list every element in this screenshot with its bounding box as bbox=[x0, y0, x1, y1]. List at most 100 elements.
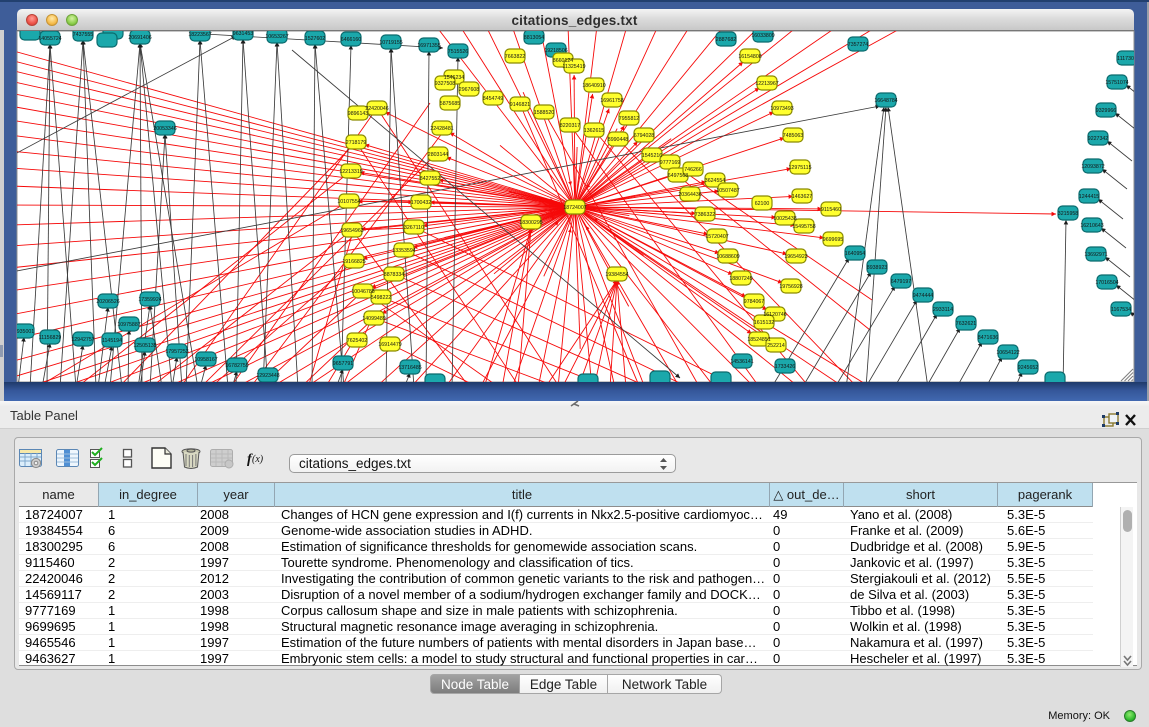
svg-text:16120746: 16120746 bbox=[763, 312, 786, 318]
svg-text:15495758: 15495758 bbox=[792, 224, 815, 230]
svg-text:22420046: 22420046 bbox=[365, 106, 388, 112]
svg-text:7357274: 7357274 bbox=[848, 42, 869, 48]
svg-text:1527602: 1527602 bbox=[305, 36, 326, 42]
svg-text:7632621: 7632621 bbox=[956, 321, 977, 327]
svg-text:10975887: 10975887 bbox=[117, 322, 140, 328]
svg-text:19384554: 19384554 bbox=[605, 272, 628, 278]
svg-text:16961758: 16961758 bbox=[600, 98, 623, 104]
svg-text:9227342: 9227342 bbox=[1088, 136, 1109, 142]
svg-text:16210643: 16210643 bbox=[1080, 223, 1103, 229]
svg-text:7515526: 7515526 bbox=[448, 49, 469, 55]
svg-text:3215958: 3215958 bbox=[1058, 211, 1079, 217]
svg-text:10507487: 10507487 bbox=[716, 188, 739, 194]
svg-text:8454749: 8454749 bbox=[483, 96, 504, 102]
svg-text:7386322: 7386322 bbox=[695, 212, 716, 218]
svg-text:16648784: 16648784 bbox=[874, 98, 897, 104]
svg-text:17359924: 17359924 bbox=[138, 297, 161, 303]
svg-text:1733426: 1733426 bbox=[775, 364, 796, 370]
svg-text:62100: 62100 bbox=[755, 201, 770, 207]
svg-text:7663822: 7663822 bbox=[505, 54, 526, 60]
svg-text:2887682: 2887682 bbox=[716, 37, 737, 43]
svg-text:6479197: 6479197 bbox=[891, 279, 912, 285]
svg-text:14055724: 14055724 bbox=[38, 36, 61, 42]
svg-text:9115460: 9115460 bbox=[821, 207, 841, 213]
svg-text:2803144: 2803144 bbox=[428, 152, 449, 158]
svg-text:22428481: 22428481 bbox=[430, 126, 453, 132]
svg-text:9657791: 9657791 bbox=[333, 361, 354, 367]
svg-text:7485063: 7485063 bbox=[783, 133, 804, 139]
svg-text:16154808: 16154808 bbox=[738, 54, 761, 60]
svg-text:20691406: 20691406 bbox=[128, 35, 151, 41]
svg-text:18640910: 18640910 bbox=[582, 83, 605, 89]
svg-text:6497568: 6497568 bbox=[668, 173, 689, 179]
svg-text:10046788: 10046788 bbox=[351, 289, 374, 295]
svg-text:10958167: 10958167 bbox=[194, 357, 217, 363]
svg-text:8471636: 8471636 bbox=[978, 335, 999, 341]
svg-text:10719155: 10719155 bbox=[379, 40, 402, 46]
svg-text:20206526: 20206526 bbox=[96, 299, 119, 305]
svg-text:6466160: 6466160 bbox=[341, 37, 362, 43]
svg-text:14099489: 14099489 bbox=[362, 316, 385, 322]
svg-text:10654122: 10654122 bbox=[996, 350, 1019, 356]
svg-text:7625402: 7625402 bbox=[347, 338, 368, 344]
svg-text:20364436: 20364436 bbox=[678, 192, 701, 198]
svg-text:1640954: 1640954 bbox=[845, 251, 866, 257]
svg-text:18724007: 18724007 bbox=[563, 205, 586, 211]
svg-text:20053346: 20053346 bbox=[153, 126, 176, 132]
svg-text:8660124: 8660124 bbox=[553, 58, 574, 64]
svg-text:9474444: 9474444 bbox=[913, 293, 934, 299]
svg-text:18807249: 18807249 bbox=[729, 276, 752, 282]
svg-text:17957253: 17957253 bbox=[165, 349, 188, 355]
svg-text:5498222: 5498222 bbox=[371, 295, 392, 301]
svg-text:9327508: 9327508 bbox=[435, 81, 456, 87]
svg-text:1588520: 1588520 bbox=[534, 110, 555, 116]
svg-text:9631453: 9631453 bbox=[233, 31, 254, 37]
svg-text:11156829: 11156829 bbox=[39, 335, 62, 341]
svg-text:7955812: 7955812 bbox=[619, 116, 640, 122]
svg-text:6794028: 6794028 bbox=[634, 133, 655, 139]
svg-text:1167534: 1167534 bbox=[1111, 307, 1131, 313]
svg-text:9146821: 9146821 bbox=[510, 102, 531, 108]
svg-text:(x): (x) bbox=[252, 454, 264, 465]
svg-text:8427552: 8427552 bbox=[420, 176, 441, 182]
svg-text:9245652: 9245652 bbox=[1018, 365, 1039, 371]
svg-text:13692971: 13692971 bbox=[1084, 252, 1107, 258]
svg-text:7437555: 7437555 bbox=[73, 32, 94, 38]
svg-text:2718179: 2718179 bbox=[346, 140, 367, 146]
svg-text:15751074: 15751074 bbox=[1105, 80, 1128, 86]
svg-text:18300295: 18300295 bbox=[519, 220, 542, 226]
svg-text:10688609: 10688609 bbox=[716, 254, 739, 260]
svg-text:1700432: 1700432 bbox=[411, 200, 432, 206]
svg-text:9329966: 9329966 bbox=[1096, 108, 1117, 114]
svg-text:8813054: 8813054 bbox=[524, 35, 545, 41]
svg-text:2967608: 2967608 bbox=[459, 87, 480, 93]
svg-text:12093872: 12093872 bbox=[1081, 164, 1104, 170]
svg-text:19166825: 19166825 bbox=[342, 259, 365, 265]
svg-text:252214: 252214 bbox=[767, 343, 785, 349]
svg-text:1362615: 1362615 bbox=[584, 128, 605, 134]
svg-text:8938923: 8938923 bbox=[867, 265, 888, 271]
svg-text:3267110: 3267110 bbox=[404, 225, 424, 231]
svg-text:19654923: 19654923 bbox=[784, 254, 807, 260]
svg-text:1545216: 1545216 bbox=[642, 153, 663, 159]
svg-text:13716485: 13716485 bbox=[398, 365, 421, 371]
svg-text:12213967: 12213967 bbox=[755, 81, 778, 87]
svg-text:15720407: 15720407 bbox=[705, 234, 728, 240]
svg-text:19218506: 19218506 bbox=[544, 48, 567, 54]
svg-text:18223567: 18223567 bbox=[188, 32, 211, 38]
svg-text:9777169: 9777169 bbox=[660, 160, 681, 166]
svg-text:8220317: 8220317 bbox=[560, 123, 581, 129]
svg-text:19756928: 19756928 bbox=[779, 284, 802, 290]
svg-text:1244415: 1244415 bbox=[1079, 194, 1100, 200]
svg-text:16782759: 16782759 bbox=[225, 363, 248, 369]
svg-text:12213319: 12213319 bbox=[339, 169, 362, 175]
svg-text:12505135: 12505135 bbox=[133, 343, 156, 349]
svg-text:16914479: 16914479 bbox=[378, 342, 401, 348]
svg-text:13353594: 13353594 bbox=[392, 248, 415, 254]
svg-text:8878334: 8878334 bbox=[384, 272, 405, 278]
svg-text:10025438: 10025438 bbox=[773, 216, 796, 222]
svg-text:3624554: 3624554 bbox=[705, 178, 726, 184]
svg-text:14536141: 14536141 bbox=[730, 359, 753, 365]
svg-text:10107554: 10107554 bbox=[337, 199, 360, 205]
svg-text:10973493: 10973493 bbox=[770, 106, 793, 112]
